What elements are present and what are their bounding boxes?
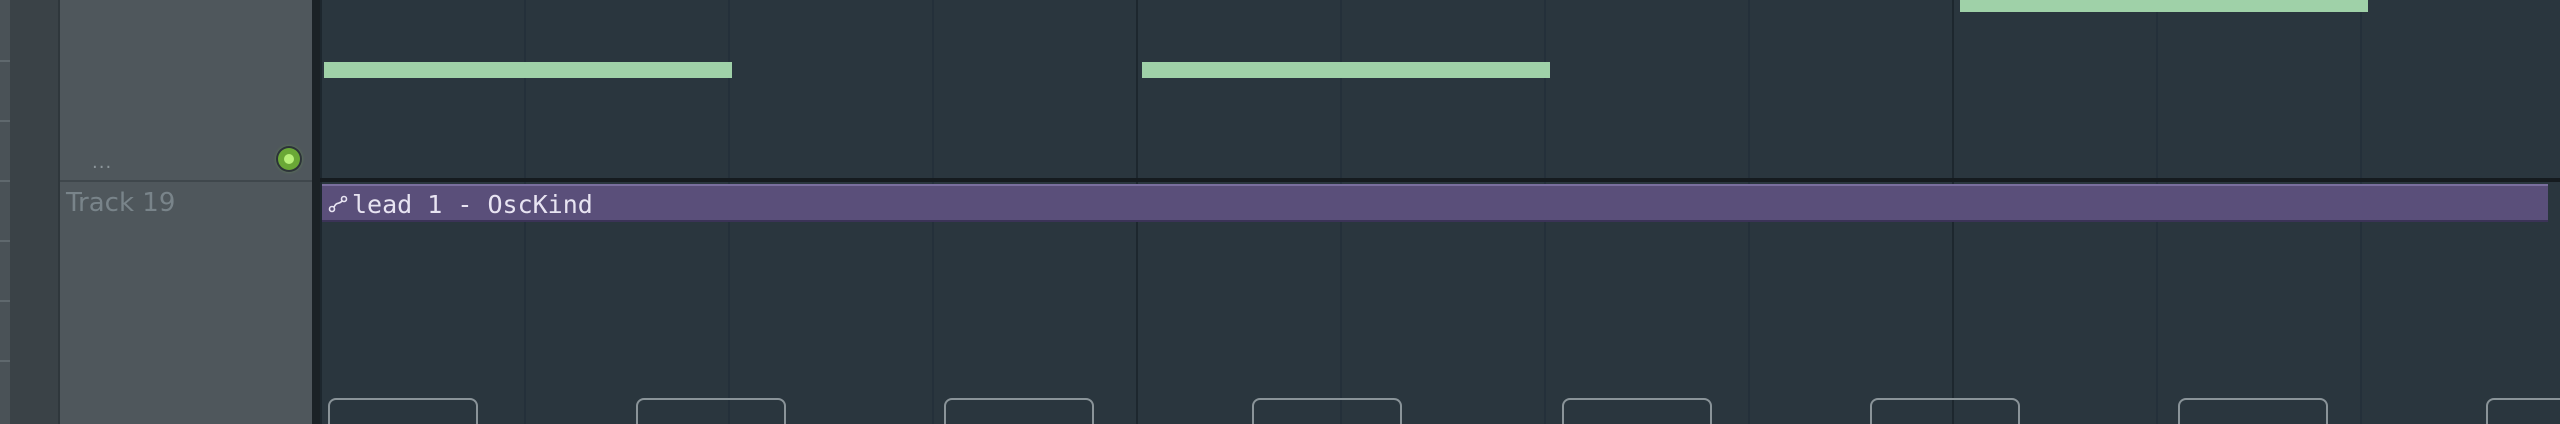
pattern-note[interactable] [324, 62, 732, 78]
automation-curve-segment[interactable] [2178, 398, 2328, 424]
automation-clip[interactable]: lead 1 - OscKind [322, 184, 2548, 222]
automation-clip-label: lead 1 - OscKind [352, 190, 593, 219]
track-header-separator [60, 180, 314, 182]
automation-curve-segment[interactable] [944, 398, 1094, 424]
rail-tick [0, 240, 10, 242]
track-menu-dots[interactable]: ... [92, 152, 112, 173]
automation-curve-segment[interactable] [328, 398, 478, 424]
left-scroll-rail[interactable] [0, 0, 10, 424]
playlist-area[interactable]: lead 1 - OscKind [320, 0, 2560, 424]
track-enable-led[interactable] [278, 148, 300, 170]
automation-curve-icon [328, 195, 348, 213]
automation-curve-segment[interactable] [1870, 398, 2020, 424]
automation-curve-segment[interactable] [2486, 398, 2560, 424]
track-gutter [10, 0, 58, 424]
pattern-note[interactable] [1142, 62, 1550, 78]
automation-curve-segment[interactable] [636, 398, 786, 424]
automation-curve-segment[interactable] [1562, 398, 1712, 424]
lane-separator [320, 178, 2560, 182]
rail-tick [0, 300, 10, 302]
track-name[interactable]: Track 19 [66, 188, 175, 218]
automation-curve-segment[interactable] [1252, 398, 1402, 424]
rail-tick [0, 360, 10, 362]
header-divider[interactable] [312, 0, 320, 424]
pattern-note[interactable] [1960, 0, 2368, 12]
rail-tick [0, 60, 10, 62]
rail-tick [0, 180, 10, 182]
rail-tick [0, 120, 10, 122]
